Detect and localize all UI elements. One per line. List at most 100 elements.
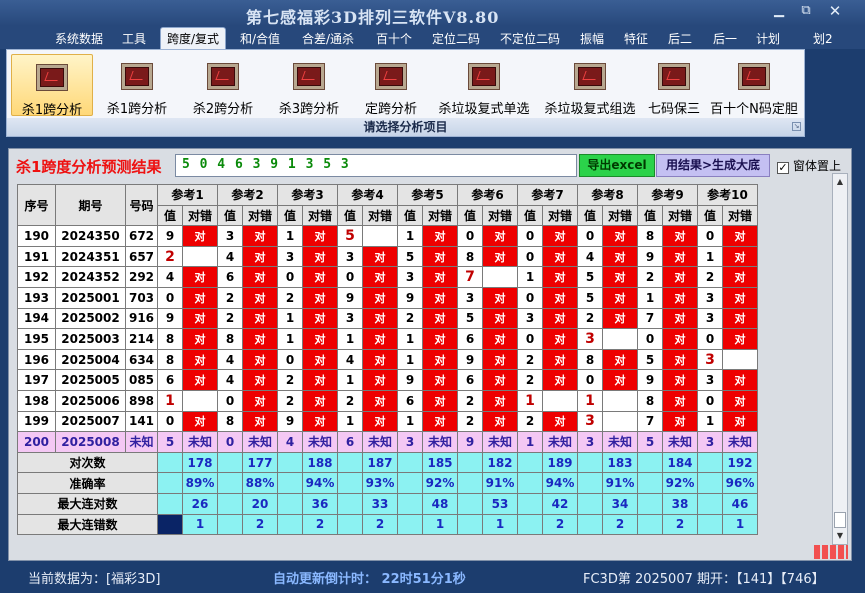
table-row[interactable]: 195 2025003 214 8 对 8 对 1 对 1 对 1 对 6 对 0 对 3 0 对 0 对 bbox=[17, 328, 758, 350]
ref-value-cell: 1 bbox=[697, 410, 723, 433]
stats-row: 对次数 178 177 188 187 185 182 189 183 184 192 bbox=[17, 451, 758, 474]
hit-cell: 对 bbox=[302, 245, 338, 268]
scroll-down-icon[interactable]: ▼ bbox=[834, 530, 846, 542]
stats-value: 2 bbox=[242, 513, 278, 536]
ref-header[interactable]: 参考5 bbox=[397, 184, 458, 206]
chart-icon bbox=[468, 63, 500, 90]
hit-cell: 对 bbox=[602, 307, 638, 330]
menu-tools[interactable]: 工具 bbox=[122, 30, 146, 47]
resize-grip[interactable] bbox=[814, 545, 848, 559]
table-row-forecast[interactable]: 200 2025008 未知 5 未知 0 未知 4 未知 6 未知 3 未知 9 未知 1 未知 3 未知 5 未知 3… bbox=[17, 431, 758, 453]
pin-checkbox[interactable]: ✓ bbox=[777, 162, 789, 174]
table-row[interactable]: 199 2025007 141 0 对 8 对 9 对 1 对 1 对 2 对 2 对 3 7 对 1 对 bbox=[17, 410, 758, 433]
table-row[interactable]: 197 2025005 085 6 对 4 对 2 对 1 对 9 对 6 对 2 对 0 对 9 对 3 对 bbox=[17, 369, 758, 391]
table-row[interactable]: 196 2025004 634 8 对 4 对 0 对 4 对 1 对 9 对 2 对 8 对 5 对 3 bbox=[17, 348, 758, 371]
table-row[interactable]: 190 2024350 672 9 对 3 对 1 对 5 1 对 0 对 0 对 0 对 8 对 0 对 bbox=[17, 225, 758, 247]
ribbon-fixed-span[interactable]: 定跨分析 bbox=[353, 54, 429, 117]
minimize-button[interactable]: ▁ bbox=[770, 3, 788, 19]
row-number: 657 bbox=[125, 245, 158, 268]
stats-spacer bbox=[577, 472, 603, 494]
table-row[interactable]: 194 2025002 916 9 对 2 对 1 对 3 对 2 对 5 对 3 对 2 对 7 对 3 对 bbox=[17, 307, 758, 330]
row-period: 2025002 bbox=[55, 307, 126, 330]
menu-span-compound[interactable]: 跨度/复式 bbox=[160, 27, 227, 49]
menu-amplitude[interactable]: 振幅 bbox=[580, 30, 604, 47]
hit-cell: 对 bbox=[422, 245, 458, 268]
ribbon-n-code-lock[interactable]: 百十个N码定胆 bbox=[707, 54, 801, 117]
hit-cell: 对 bbox=[662, 307, 698, 330]
menu-features[interactable]: 特征 bbox=[624, 30, 648, 47]
ribbon-kill1-span-b[interactable]: 杀1跨分析 bbox=[97, 54, 177, 117]
ref-value-cell: 5 bbox=[577, 286, 603, 309]
stats-spacer bbox=[577, 492, 603, 515]
menu-last-one[interactable]: 后一 bbox=[713, 30, 737, 47]
scroll-up-icon[interactable]: ▲ bbox=[834, 176, 846, 188]
table-row[interactable]: 191 2024351 657 2 4 对 3 对 3 对 5 对 8 对 0 对 4 对 9 对 1 对 bbox=[17, 245, 758, 268]
ref-header[interactable]: 参考10 bbox=[697, 184, 758, 206]
export-excel-button[interactable]: 导出excel bbox=[579, 154, 655, 177]
menu-sum-value[interactable]: 和/合值 bbox=[240, 30, 280, 47]
ref-header[interactable]: 参考7 bbox=[517, 184, 578, 206]
row-index: 193 bbox=[17, 286, 56, 309]
stats-spacer bbox=[217, 492, 243, 515]
menu-system-data[interactable]: 系统数据 bbox=[55, 30, 103, 47]
ref-value-cell: 3 bbox=[697, 307, 723, 330]
table-row[interactable]: 192 2024352 292 4 对 6 对 0 对 0 对 3 对 7 1 对 5 对 2 对 2 对 bbox=[17, 266, 758, 288]
stats-value: 46 bbox=[722, 492, 758, 515]
menu-diff-kill[interactable]: 合差/通杀 bbox=[302, 30, 354, 47]
stats-value: 187 bbox=[362, 451, 398, 474]
ribbon-junk-group[interactable]: 杀垃圾复式组选 bbox=[539, 54, 641, 117]
ribbon-seven-code[interactable]: 七码保三 bbox=[641, 54, 707, 117]
row-index: 200 bbox=[17, 431, 56, 453]
ref-value-cell: 0 bbox=[277, 348, 303, 371]
stats-value: 94% bbox=[542, 472, 578, 494]
ribbon-kill2-span[interactable]: 杀2跨分析 bbox=[183, 54, 263, 117]
stats-value: 188 bbox=[302, 451, 338, 474]
miss-cell bbox=[602, 328, 638, 350]
hit-cell: 对 bbox=[722, 225, 758, 247]
restore-button[interactable]: ⧉ bbox=[797, 3, 815, 19]
generate-base-button[interactable]: 用结果>生成大底 bbox=[656, 154, 770, 177]
result-field[interactable]: 5 0 4 6 3 9 1 3 5 3 bbox=[175, 154, 577, 177]
ref-value-cell: 9 bbox=[637, 369, 663, 391]
col-header-result: 对错 bbox=[602, 204, 638, 227]
col-header-value: 值 bbox=[517, 204, 543, 227]
menu-plan-2[interactable]: 划2 bbox=[813, 30, 833, 47]
ref-header[interactable]: 参考9 bbox=[637, 184, 698, 206]
ref-header[interactable]: 参考1 bbox=[157, 184, 218, 206]
forecast-result-cell: 未知 bbox=[302, 431, 338, 453]
menu-nonposition-two[interactable]: 不定位二码 bbox=[500, 30, 560, 47]
table-row[interactable]: 198 2025006 898 1 0 对 2 对 2 对 6 对 2 对 1 1 8 对 0 对 bbox=[17, 389, 758, 412]
ribbon-kill1-span-a[interactable]: 杀1跨分析 bbox=[11, 54, 93, 118]
hit-cell: 对 bbox=[602, 245, 638, 268]
vertical-scrollbar[interactable]: ▲ ▼ bbox=[832, 173, 848, 545]
col-header-result: 对错 bbox=[722, 204, 758, 227]
ref-header[interactable]: 参考6 bbox=[457, 184, 518, 206]
ref-header[interactable]: 参考3 bbox=[277, 184, 338, 206]
ribbon-kill3-span[interactable]: 杀3跨分析 bbox=[269, 54, 349, 117]
menu-hundreds-tens-units[interactable]: 百十个 bbox=[376, 30, 412, 47]
scroll-thumb[interactable] bbox=[834, 512, 846, 528]
close-button[interactable]: ✕ bbox=[826, 3, 844, 19]
hit-cell: 对 bbox=[302, 348, 338, 371]
ribbon-junk-single[interactable]: 杀垃圾复式单选 bbox=[431, 54, 537, 117]
pin-window-toggle[interactable]: ✓ 窗体置上 bbox=[777, 157, 841, 174]
stats-spacer bbox=[517, 472, 543, 494]
stats-spacer bbox=[397, 472, 423, 494]
pin-label: 窗体置上 bbox=[793, 159, 842, 173]
ribbon-label: 杀2跨分析 bbox=[192, 102, 254, 117]
ref-header[interactable]: 参考4 bbox=[337, 184, 398, 206]
hit-cell: 对 bbox=[182, 410, 218, 433]
ribbon-launcher-icon[interactable]: ↘ bbox=[792, 122, 801, 131]
ref-value-cell: 5 bbox=[457, 307, 483, 330]
ref-value-cell: 6 bbox=[457, 369, 483, 391]
menu-position-two[interactable]: 定位二码 bbox=[432, 30, 480, 47]
ref-header[interactable]: 参考2 bbox=[217, 184, 278, 206]
ref-value-cell: 5 bbox=[337, 225, 363, 247]
menu-plan[interactable]: 计划 bbox=[756, 30, 780, 47]
ref-header[interactable]: 参考8 bbox=[577, 184, 638, 206]
menu-last-two[interactable]: 后二 bbox=[668, 30, 692, 47]
ref-value-cell: 5 bbox=[397, 245, 423, 268]
hit-cell: 对 bbox=[482, 307, 518, 330]
ref-value-cell: 1 bbox=[517, 389, 543, 412]
table-row[interactable]: 193 2025001 703 0 对 2 对 2 对 9 对 9 对 3 对 0 对 5 对 1 对 3 对 bbox=[17, 286, 758, 309]
